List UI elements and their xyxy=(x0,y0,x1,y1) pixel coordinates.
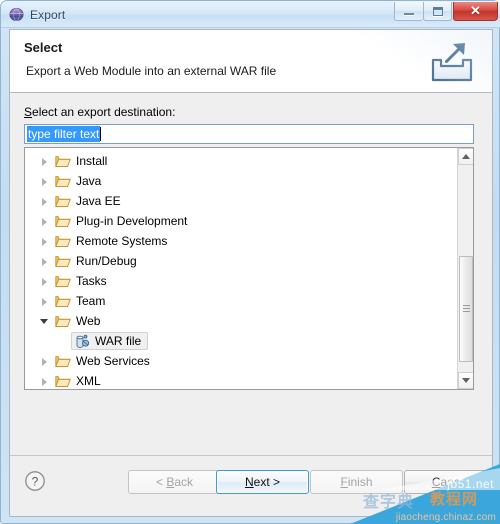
tree-item-run-debug[interactable]: Run/Debug xyxy=(25,251,458,271)
window-controls: ✕ xyxy=(394,2,498,21)
tree-item-xml[interactable]: XML xyxy=(25,371,458,389)
folder-icon xyxy=(55,354,71,368)
next-button[interactable]: Next > xyxy=(216,470,309,494)
scrollbar-thumb[interactable] xyxy=(459,256,473,362)
tree-item-remote-systems[interactable]: Remote Systems xyxy=(25,231,458,251)
folder-icon xyxy=(55,154,71,168)
destination-tree-panel: Install Java Java EE Plug-in Development Rem… xyxy=(24,147,474,390)
folder-icon xyxy=(55,274,71,288)
tree-item-label: Java xyxy=(76,174,102,188)
chevron-right-icon[interactable] xyxy=(39,215,52,228)
tree-item-label: Tasks xyxy=(76,274,107,288)
minimize-button[interactable] xyxy=(394,2,423,21)
title-bar-left: Export xyxy=(9,5,65,24)
destination-label-mnemonic: S xyxy=(24,105,33,119)
destination-label: Select an export destination: xyxy=(24,105,175,119)
window-title: Export xyxy=(30,7,66,22)
tree-vertical-scrollbar[interactable] xyxy=(457,148,473,389)
tree-item-label: Remote Systems xyxy=(76,234,168,248)
scroll-up-button[interactable] xyxy=(458,148,473,165)
chevron-right-icon[interactable] xyxy=(39,275,52,288)
tree-item-label: Team xyxy=(76,294,106,308)
chevron-right-icon[interactable] xyxy=(39,235,52,248)
filter-input-value: type filter text xyxy=(27,126,101,142)
finish-button-label: Finish xyxy=(340,475,373,489)
page-description: Export a Web Module into an external WAR… xyxy=(26,64,277,78)
wizard-header: Select Export a Web Module into an exter… xyxy=(10,30,492,93)
tree-item-plug-in-development[interactable]: Plug-in Development xyxy=(25,211,458,231)
war-file-icon xyxy=(74,334,90,349)
tree-item-selection: WAR file xyxy=(71,332,149,350)
tree-item-label: Install xyxy=(76,154,108,168)
back-button-label: < Back xyxy=(155,475,194,489)
help-button[interactable]: ? xyxy=(24,470,46,492)
close-button[interactable]: ✕ xyxy=(453,2,498,21)
folder-icon xyxy=(55,314,71,328)
tree-item-label: WAR file xyxy=(95,334,142,348)
dialog-button-bar: ? < Back Next > Finish Cancel xyxy=(10,455,492,516)
scroll-down-button[interactable] xyxy=(458,372,473,389)
export-globe-icon xyxy=(9,7,24,22)
arrow-down-icon xyxy=(462,378,470,383)
scrollbar-grip-icon xyxy=(463,305,470,312)
wizard-body: Select an export destination: type filte… xyxy=(10,93,492,457)
tree-item-java[interactable]: Java xyxy=(25,171,458,191)
tree-item-team[interactable]: Team xyxy=(25,291,458,311)
cancel-button-label: Cancel xyxy=(431,475,470,489)
next-button-label: Next > xyxy=(244,475,281,489)
folder-icon xyxy=(55,294,71,308)
close-icon: ✕ xyxy=(470,3,481,18)
tree-item-web[interactable]: Web xyxy=(25,311,458,331)
export-dialog-window: Export ✕ Select Export a Web Module into… xyxy=(0,0,500,524)
tree-item-label: Run/Debug xyxy=(76,254,137,268)
chevron-right-icon[interactable] xyxy=(39,155,52,168)
chevron-right-icon[interactable] xyxy=(39,255,52,268)
screenshot-root: Export ✕ Select Export a Web Module into… xyxy=(0,0,500,524)
folder-icon xyxy=(55,254,71,268)
folder-icon xyxy=(55,234,71,248)
export-tray-arrow-icon xyxy=(426,36,478,86)
chevron-right-icon[interactable] xyxy=(39,375,52,388)
folder-icon xyxy=(55,174,71,188)
minimize-icon xyxy=(395,2,423,20)
tree-item-label: Web Services xyxy=(76,354,150,368)
chevron-right-icon[interactable] xyxy=(39,355,52,368)
chevron-right-icon[interactable] xyxy=(39,195,52,208)
dialog-client-area: Select Export a Web Module into an exter… xyxy=(9,29,493,517)
folder-icon xyxy=(55,374,71,388)
maximize-button[interactable] xyxy=(423,2,452,21)
text-caret xyxy=(100,127,102,141)
maximize-icon xyxy=(424,2,451,20)
tree-item-install[interactable]: Install xyxy=(25,151,458,171)
tree-item-label: Web xyxy=(76,314,101,328)
tree-item-web-services[interactable]: Web Services xyxy=(25,351,458,371)
tree-item-war-file[interactable]: WAR file xyxy=(25,331,458,351)
filter-input[interactable]: type filter text xyxy=(24,124,474,144)
chevron-right-icon[interactable] xyxy=(39,175,52,188)
svg-text:?: ? xyxy=(32,474,39,488)
tree-item-label: Plug-in Development xyxy=(76,214,188,228)
back-button[interactable]: < Back xyxy=(128,470,221,494)
destination-tree[interactable]: Install Java Java EE Plug-in Development Rem… xyxy=(25,148,458,389)
tree-item-tasks[interactable]: Tasks xyxy=(25,271,458,291)
destination-label-rest: elect an export destination: xyxy=(32,105,176,119)
finish-button[interactable]: Finish xyxy=(310,470,403,494)
tree-item-label: XML xyxy=(76,374,101,388)
folder-icon xyxy=(55,194,71,208)
cancel-button[interactable]: Cancel xyxy=(404,470,492,494)
title-bar[interactable]: Export ✕ xyxy=(1,1,500,28)
tree-item-java-ee[interactable]: Java EE xyxy=(25,191,458,211)
chevron-right-icon[interactable] xyxy=(39,295,52,308)
arrow-up-icon xyxy=(462,154,470,159)
folder-icon xyxy=(55,214,71,228)
chevron-down-icon[interactable] xyxy=(39,315,52,328)
page-title: Select xyxy=(24,40,63,55)
tree-item-label: Java EE xyxy=(76,194,121,208)
